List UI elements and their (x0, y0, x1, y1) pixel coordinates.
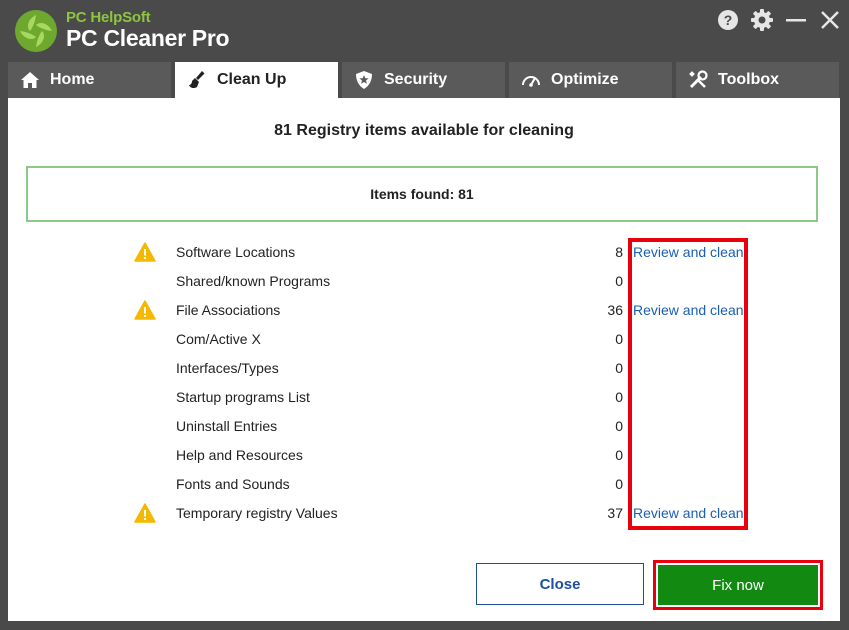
item-label: Fonts and Sounds (176, 476, 290, 492)
tab-security-label: Security (384, 71, 448, 88)
item-count: 0 (615, 418, 623, 434)
item-label: Interfaces/Types (176, 360, 279, 376)
item-count: 8 (615, 244, 623, 260)
tab-home[interactable]: Home (8, 62, 171, 98)
item-count: 0 (615, 331, 623, 347)
warning-icon (134, 503, 156, 523)
review-and-clean-link[interactable]: Review and clean (633, 302, 744, 318)
item-count: 37 (607, 505, 623, 521)
tab-clean-up-label: Clean Up (217, 71, 287, 88)
tab-optimize[interactable]: Optimize (509, 62, 672, 98)
list-item: Shared/known Programs 0 (8, 268, 840, 297)
items-found-label: Items found: 81 (370, 186, 474, 202)
list-item: File Associations 36 Review and clean (8, 297, 840, 326)
close-button[interactable]: Close (476, 563, 644, 605)
item-label: File Associations (176, 302, 281, 318)
list-item: Uninstall Entries 0 (8, 413, 840, 442)
home-icon (21, 72, 39, 88)
item-label: Help and Resources (176, 447, 303, 463)
svg-text:?: ? (724, 12, 733, 28)
list-item: Startup programs List 0 (8, 384, 840, 413)
list-item: Software Locations 8 Review and clean (8, 239, 840, 268)
tab-clean-up[interactable]: Clean Up (175, 62, 338, 98)
item-count: 0 (615, 360, 623, 376)
app-title: PC Cleaner Pro (66, 25, 230, 51)
close-icon[interactable] (819, 9, 841, 31)
tab-security[interactable]: Security (342, 62, 505, 98)
tab-optimize-label: Optimize (551, 71, 619, 88)
review-and-clean-link[interactable]: Review and clean (633, 505, 744, 521)
tab-toolbox-label: Toolbox (718, 71, 780, 88)
broom-icon (189, 71, 205, 89)
tools-icon (689, 70, 708, 89)
list-item: Fonts and Sounds 0 (8, 471, 840, 500)
item-count: 0 (615, 447, 623, 463)
item-label: Shared/known Programs (176, 273, 331, 289)
help-icon[interactable]: ? (717, 9, 739, 31)
tab-toolbox[interactable]: Toolbox (676, 62, 839, 98)
minimize-icon[interactable] (785, 9, 807, 31)
list-item: Temporary registry Values 37 Review and cl… (8, 500, 840, 529)
fix-now-highlight: Fix now (653, 560, 823, 610)
item-count: 0 (615, 273, 623, 289)
list-item: Com/Active X 0 (8, 326, 840, 355)
brand-company: PC HelpSoft (66, 9, 151, 26)
gear-icon[interactable] (751, 9, 773, 31)
app-logo-icon (15, 10, 57, 52)
clean-up-panel: 81 Registry items available for cleaning… (8, 98, 840, 621)
item-count: 0 (615, 389, 623, 405)
list-item: Help and Resources 0 (8, 442, 840, 471)
fix-now-button[interactable]: Fix now (658, 565, 818, 605)
main-tabs: Home Clean Up Security Optimize Toolbox (8, 62, 840, 98)
item-count: 36 (607, 302, 623, 318)
item-label: Uninstall Entries (176, 418, 278, 434)
speedometer-icon (522, 76, 540, 87)
item-label: Startup programs List (176, 389, 310, 405)
review-and-clean-link[interactable]: Review and clean (633, 244, 744, 260)
title-bar: PC HelpSoft PC Cleaner Pro ? (0, 0, 849, 62)
page-title: 81 Registry items available for cleaning (274, 122, 574, 139)
warning-icon (134, 300, 156, 320)
list-item: Interfaces/Types 0 (8, 355, 840, 384)
item-label: Temporary registry Values (176, 505, 338, 521)
tab-home-label: Home (50, 71, 95, 88)
item-count: 0 (615, 476, 623, 492)
item-label: Com/Active X (176, 331, 261, 347)
item-label: Software Locations (176, 244, 296, 260)
warning-icon (134, 242, 156, 262)
items-found-box: Items found: 81 (26, 166, 818, 222)
shield-icon (356, 71, 372, 89)
